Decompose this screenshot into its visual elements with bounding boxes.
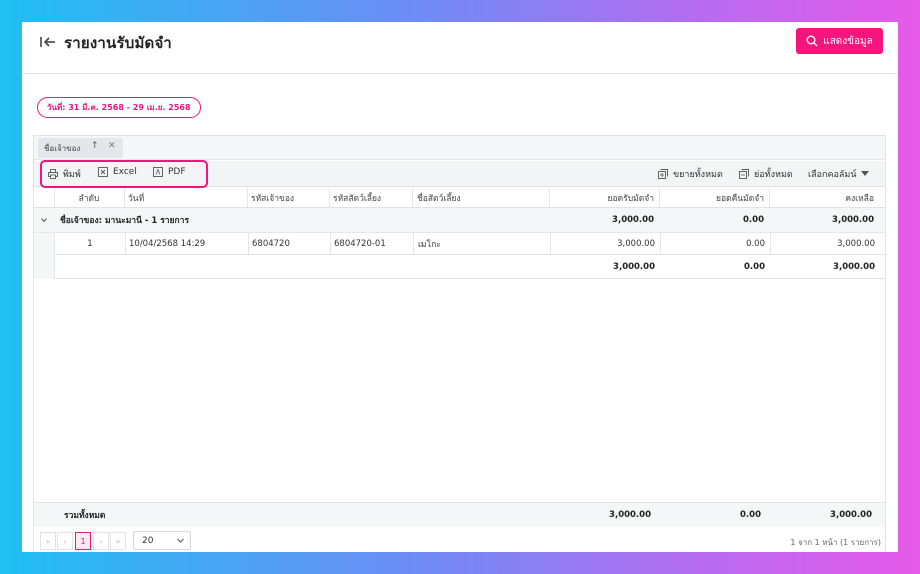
back-arrow-icon[interactable] bbox=[39, 35, 57, 49]
group-subtotal-row: 3,000.00 0.00 3,000.00 bbox=[54, 255, 885, 279]
pager-info: 1 จาก 1 หน้า (1 รายการ) bbox=[790, 538, 881, 547]
total-deposit-returned: 0.00 bbox=[740, 510, 761, 520]
last-page-button[interactable]: » bbox=[110, 532, 126, 550]
close-icon[interactable]: ✕ bbox=[108, 141, 116, 151]
chevron-down-icon bbox=[861, 171, 870, 176]
cell-deposit-returned: 0.00 bbox=[746, 238, 765, 249]
collapse-icon bbox=[739, 169, 749, 179]
subtotal-deposit-returned: 0.00 bbox=[744, 261, 765, 272]
group-label: ชื่อเจ้าของ: มานะมานี - 1 รายการ bbox=[60, 216, 190, 226]
show-data-button[interactable]: แสดงข้อมูล bbox=[796, 28, 883, 54]
page-size-value: 20 bbox=[142, 535, 154, 546]
total-deposit-received: 3,000.00 bbox=[609, 510, 651, 520]
cell-pet-name: เมโกะ bbox=[418, 239, 441, 250]
expand-all-button[interactable]: ขยายทั้งหมด bbox=[658, 167, 723, 181]
chevron-down-icon[interactable] bbox=[41, 218, 47, 223]
excel-label: Excel bbox=[113, 167, 137, 177]
pager: « ‹ 1 › » 20 1 จาก 1 หน้า (1 รายการ) bbox=[34, 528, 885, 552]
expand-all-label: ขยายทั้งหมด bbox=[673, 170, 723, 180]
cell-deposit-received: 3,000.00 bbox=[617, 238, 655, 249]
chevron-down-icon bbox=[177, 538, 184, 543]
page-button-current[interactable]: 1 bbox=[75, 532, 91, 550]
sort-asc-icon[interactable]: ↑ bbox=[91, 141, 99, 151]
print-icon bbox=[48, 169, 58, 179]
page-header: รายงานรับมัดจำ แสดงข้อมูล bbox=[22, 22, 898, 74]
expand-icon bbox=[658, 169, 668, 179]
col-header-seq[interactable]: ลำดับ bbox=[54, 188, 124, 207]
col-header-pet-name[interactable]: ชื่อสัตว์เลี้ยง bbox=[417, 188, 547, 207]
group-deposit-returned: 0.00 bbox=[743, 215, 764, 225]
group-indent bbox=[34, 233, 54, 279]
report-card: รายงานรับมัดจำ แสดงข้อมูล วันที่: 31 มี.… bbox=[22, 22, 898, 552]
excel-icon bbox=[98, 167, 108, 177]
col-header-deposit-received[interactable]: ยอดรับมัดจำ bbox=[549, 188, 654, 207]
search-icon bbox=[806, 35, 818, 47]
col-header-date[interactable]: วันที่ bbox=[128, 188, 248, 207]
show-data-label: แสดงข้อมูล bbox=[823, 35, 873, 47]
print-label: พิมพ์ bbox=[63, 170, 81, 180]
subtotal-balance: 3,000.00 bbox=[833, 261, 875, 272]
subtotal-deposit-received: 3,000.00 bbox=[613, 261, 655, 272]
grand-total-row: รวมทั้งหมด 3,000.00 0.00 3,000.00 bbox=[34, 502, 885, 527]
prev-page-button[interactable]: ‹ bbox=[57, 532, 73, 550]
choose-columns-button[interactable]: เลือกคอลัมน์ bbox=[808, 167, 870, 181]
cell-balance: 3,000.00 bbox=[837, 238, 875, 249]
cell-seq: 1 bbox=[87, 238, 93, 249]
page-title: รายงานรับมัดจำ bbox=[64, 34, 172, 52]
cell-pet-code: 6804720-01 bbox=[334, 238, 386, 249]
collapse-all-label: ย่อทั้งหมด bbox=[754, 170, 793, 180]
table-row[interactable]: 1 10/04/2568 14:29 6804720 6804720-01 เม… bbox=[54, 233, 885, 255]
pdf-icon bbox=[153, 167, 163, 177]
grid-toolbar: พิมพ์ Excel PDF ขยายทั้งหมด ย่อทั้งหมด เ… bbox=[34, 160, 885, 188]
col-header-deposit-returned[interactable]: ยอดคืนมัดจำ bbox=[659, 188, 764, 207]
date-range-chip[interactable]: วันที่: 31 มี.ค. 2568 - 29 เม.ย. 2568 bbox=[37, 97, 201, 118]
group-panel: ชื่อเจ้าของ ↑ ✕ bbox=[34, 136, 885, 160]
excel-button[interactable]: Excel bbox=[98, 167, 137, 177]
first-page-button[interactable]: « bbox=[40, 532, 56, 550]
total-balance: 3,000.00 bbox=[830, 510, 872, 520]
choose-columns-label: เลือกคอลัมน์ bbox=[808, 170, 857, 180]
col-header-pet-code[interactable]: รหัสสัตว์เลี้ยง bbox=[333, 188, 413, 207]
col-header-balance[interactable]: คงเหลือ bbox=[769, 188, 874, 207]
collapse-all-button[interactable]: ย่อทั้งหมด bbox=[739, 167, 793, 181]
cell-owner-code: 6804720 bbox=[252, 238, 290, 249]
group-balance: 3,000.00 bbox=[832, 215, 874, 225]
total-label: รวมทั้งหมด bbox=[64, 511, 106, 521]
pdf-button[interactable]: PDF bbox=[153, 167, 186, 177]
report-grid: ชื่อเจ้าของ ↑ ✕ พิมพ์ Excel PDF ขยายทั้ง… bbox=[33, 135, 886, 552]
print-button[interactable]: พิมพ์ bbox=[48, 167, 81, 181]
pdf-label: PDF bbox=[168, 167, 186, 177]
next-page-button[interactable]: › bbox=[93, 532, 109, 550]
group-chip-label: ชื่อเจ้าของ bbox=[44, 143, 81, 153]
column-header-row: ลำดับ วันที่ รหัสเจ้าของ รหัสสัตว์เลี้ยง… bbox=[34, 188, 885, 208]
group-deposit-received: 3,000.00 bbox=[612, 215, 654, 225]
group-row[interactable]: ชื่อเจ้าของ: มานะมานี - 1 รายการ 3,000.0… bbox=[34, 208, 885, 233]
cell-date: 10/04/2568 14:29 bbox=[129, 238, 206, 249]
group-chip-owner[interactable]: ชื่อเจ้าของ ↑ ✕ bbox=[38, 138, 123, 158]
col-header-owner-code[interactable]: รหัสเจ้าของ bbox=[251, 188, 331, 207]
page-size-select[interactable]: 20 bbox=[133, 531, 191, 550]
